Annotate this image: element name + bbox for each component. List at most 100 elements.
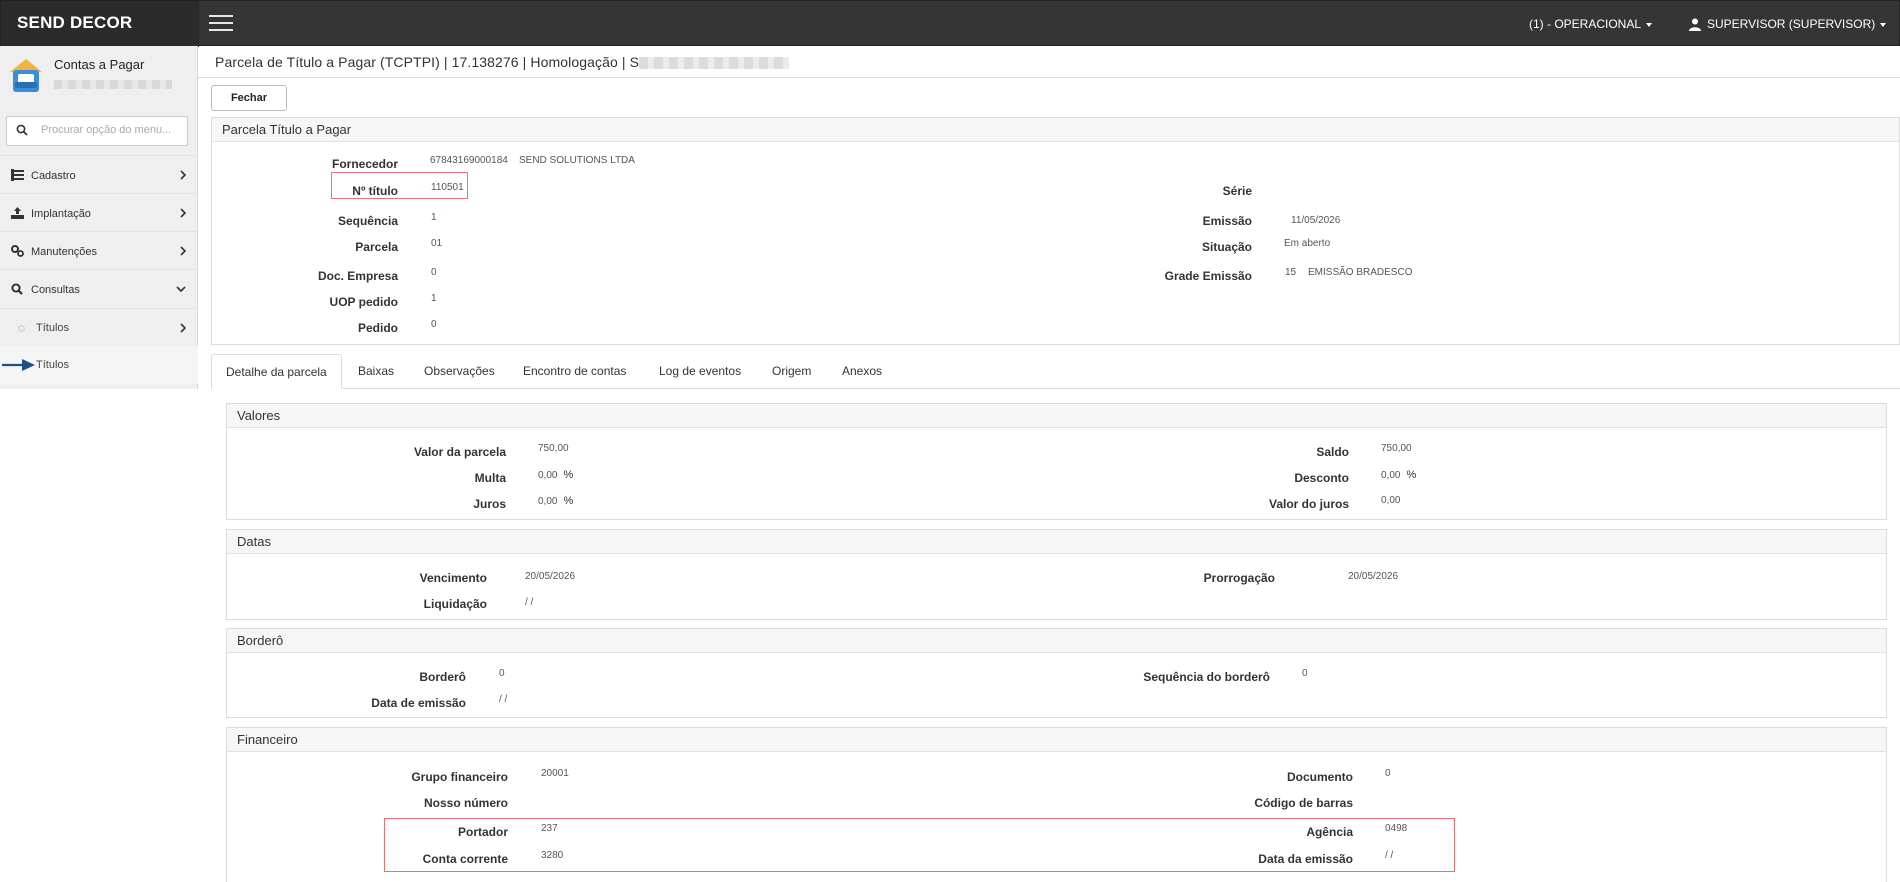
percent-sign: % bbox=[563, 469, 574, 481]
user-label: SUPERVISOR (SUPERVISOR) bbox=[1707, 17, 1876, 31]
context-label: (1) - OPERACIONAL bbox=[1529, 17, 1642, 31]
parcela-value: 01 bbox=[431, 238, 443, 249]
sidebar-subitem-label: Títulos bbox=[36, 359, 70, 371]
prorrogacao-value: 20/05/2026 bbox=[1348, 571, 1399, 582]
liquidacao-value: / / bbox=[525, 597, 534, 608]
tab-baixas[interactable]: Baixas bbox=[358, 354, 394, 389]
juros-label: Juros bbox=[473, 497, 506, 511]
gears-icon bbox=[11, 245, 24, 257]
sequencia-label: Sequência bbox=[337, 214, 398, 228]
bordero-title: Borderô bbox=[227, 629, 1886, 653]
chevron-down-icon bbox=[176, 286, 186, 292]
tab-origem[interactable]: Origem bbox=[772, 354, 811, 389]
financeiro-title: Financeiro bbox=[227, 728, 1886, 752]
desconto-field: 0,00% bbox=[1381, 469, 1416, 481]
grade-label: Grade Emissão bbox=[1164, 269, 1252, 283]
data-emissao-label: Data de emissão bbox=[371, 696, 466, 710]
desconto-label: Desconto bbox=[1294, 471, 1349, 485]
sidebar-subitem-label: Títulos bbox=[36, 322, 70, 334]
valor-juros-label: Valor do juros bbox=[1268, 497, 1349, 511]
saldo-label: Saldo bbox=[1316, 445, 1349, 459]
sidebar-item-label: Cadastro bbox=[31, 170, 76, 182]
menu-search-input[interactable] bbox=[41, 124, 181, 136]
top-bar: SEND DECOR (1) - OPERACIONAL SUPERVISOR … bbox=[0, 0, 1900, 47]
grupo-value: 20001 bbox=[541, 768, 569, 779]
multa-value: 0,00 bbox=[538, 470, 558, 481]
emissao-label: Emissão bbox=[1202, 214, 1252, 228]
sequencia-bordero-value: 0 bbox=[1302, 668, 1308, 679]
vencimento-value: 20/05/2026 bbox=[525, 571, 576, 582]
tab-encontro[interactable]: Encontro de contas bbox=[523, 354, 626, 389]
chevron-right-icon bbox=[180, 170, 186, 180]
valor-parcela-label: Valor da parcela bbox=[413, 445, 506, 459]
list-icon bbox=[11, 169, 24, 181]
desconto-value: 0,00 bbox=[1381, 470, 1401, 481]
page-title: Parcela de Título a Pagar (TCPTPI) | 17.… bbox=[215, 54, 790, 70]
chevron-right-icon bbox=[180, 323, 186, 333]
juros-field: 0,00% bbox=[538, 495, 573, 507]
prorrogacao-label: Prorrogação bbox=[1203, 571, 1275, 585]
tab-observacoes[interactable]: Observações bbox=[424, 354, 495, 389]
brand-logo: SEND DECOR bbox=[1, 1, 199, 47]
sidebar-item-label: Manutenções bbox=[31, 246, 98, 258]
module-title: Contas a Pagar bbox=[54, 57, 145, 72]
codigo-barras-label: Código de barras bbox=[1254, 796, 1353, 810]
tab-detalhe[interactable]: Detalhe da parcela bbox=[211, 354, 342, 389]
sidebar-item-label: Consultas bbox=[31, 284, 80, 296]
parcela-label: Parcela bbox=[355, 240, 398, 254]
sidebar-item-implantacao[interactable]: Implantação bbox=[0, 193, 198, 231]
sidebar-item-manutencoes[interactable]: Manutenções bbox=[0, 231, 198, 269]
documento-label: Documento bbox=[1287, 770, 1353, 784]
fornecedor-name: SEND SOLUTIONS LTDA bbox=[519, 155, 635, 166]
bordero-label: Borderô bbox=[419, 670, 466, 684]
fornecedor-code: 67843169000184 bbox=[430, 155, 508, 166]
valores-title: Valores bbox=[227, 404, 1886, 428]
data-emissao-value: / / bbox=[499, 694, 508, 705]
juros-value: 0,00 bbox=[538, 496, 558, 507]
uop-label: UOP pedido bbox=[329, 295, 398, 309]
percent-sign: % bbox=[563, 495, 574, 507]
upload-icon bbox=[11, 207, 24, 219]
hamburger-menu-icon[interactable] bbox=[209, 15, 233, 33]
agencia-value: 0498 bbox=[1385, 823, 1408, 834]
sidebar-item-label: Implantação bbox=[31, 208, 91, 220]
caret-down-icon bbox=[1880, 22, 1887, 27]
emissao-value: 11/05/2026 bbox=[1291, 215, 1341, 226]
arrow-right-icon bbox=[2, 359, 35, 371]
grade-code: 15 bbox=[1285, 267, 1297, 278]
liquidacao-label: Liquidação bbox=[423, 597, 487, 611]
agencia-label: Agência bbox=[1306, 825, 1353, 839]
search-icon bbox=[11, 283, 23, 295]
tab-anexos[interactable]: Anexos bbox=[842, 354, 882, 389]
conta-corrente-value: 3280 bbox=[541, 850, 564, 861]
multa-label: Multa bbox=[474, 471, 506, 485]
caret-down-icon bbox=[1646, 22, 1653, 27]
user-dropdown[interactable]: SUPERVISOR (SUPERVISOR) bbox=[1689, 17, 1887, 32]
sidebar-subitem-titulos-group[interactable]: Títulos bbox=[0, 308, 198, 346]
sidebar-subitem-titulos-active[interactable]: Títulos bbox=[0, 346, 198, 384]
portador-value: 237 bbox=[541, 823, 558, 834]
multa-field: 0,00% bbox=[538, 469, 573, 481]
tab-log[interactable]: Log de eventos bbox=[659, 354, 741, 389]
serie-label: Série bbox=[1222, 184, 1252, 198]
valor-juros-value: 0,00 bbox=[1381, 495, 1401, 506]
sequencia-value: 1 bbox=[431, 212, 437, 223]
tab-bar: Detalhe da parcela Baixas Observações En… bbox=[211, 354, 1900, 389]
summary-panel: Parcela Título a Pagar bbox=[211, 117, 1900, 345]
circle-bullet-icon bbox=[18, 325, 25, 332]
context-dropdown[interactable]: (1) - OPERACIONAL bbox=[1529, 17, 1653, 31]
sidebar-item-consultas[interactable]: Consultas bbox=[0, 269, 198, 307]
datas-title: Datas bbox=[227, 530, 1886, 554]
armchair-logo-icon bbox=[10, 59, 42, 92]
module-header: Contas a Pagar bbox=[0, 46, 198, 106]
close-button[interactable]: Fechar bbox=[211, 85, 287, 111]
grupo-label: Grupo financeiro bbox=[411, 770, 508, 784]
sidebar-item-cadastro[interactable]: Cadastro bbox=[0, 155, 198, 193]
titulo-label: Nº título bbox=[352, 184, 398, 198]
data-da-emissao-value: / / bbox=[1385, 850, 1394, 861]
redacted-text bbox=[639, 57, 790, 70]
sidebar: Contas a Pagar Cadastro Implantação Manu… bbox=[0, 46, 198, 882]
saldo-value: 750,00 bbox=[1381, 443, 1412, 454]
summary-panel-title: Parcela Título a Pagar bbox=[212, 118, 1899, 142]
menu-search[interactable] bbox=[6, 116, 188, 146]
